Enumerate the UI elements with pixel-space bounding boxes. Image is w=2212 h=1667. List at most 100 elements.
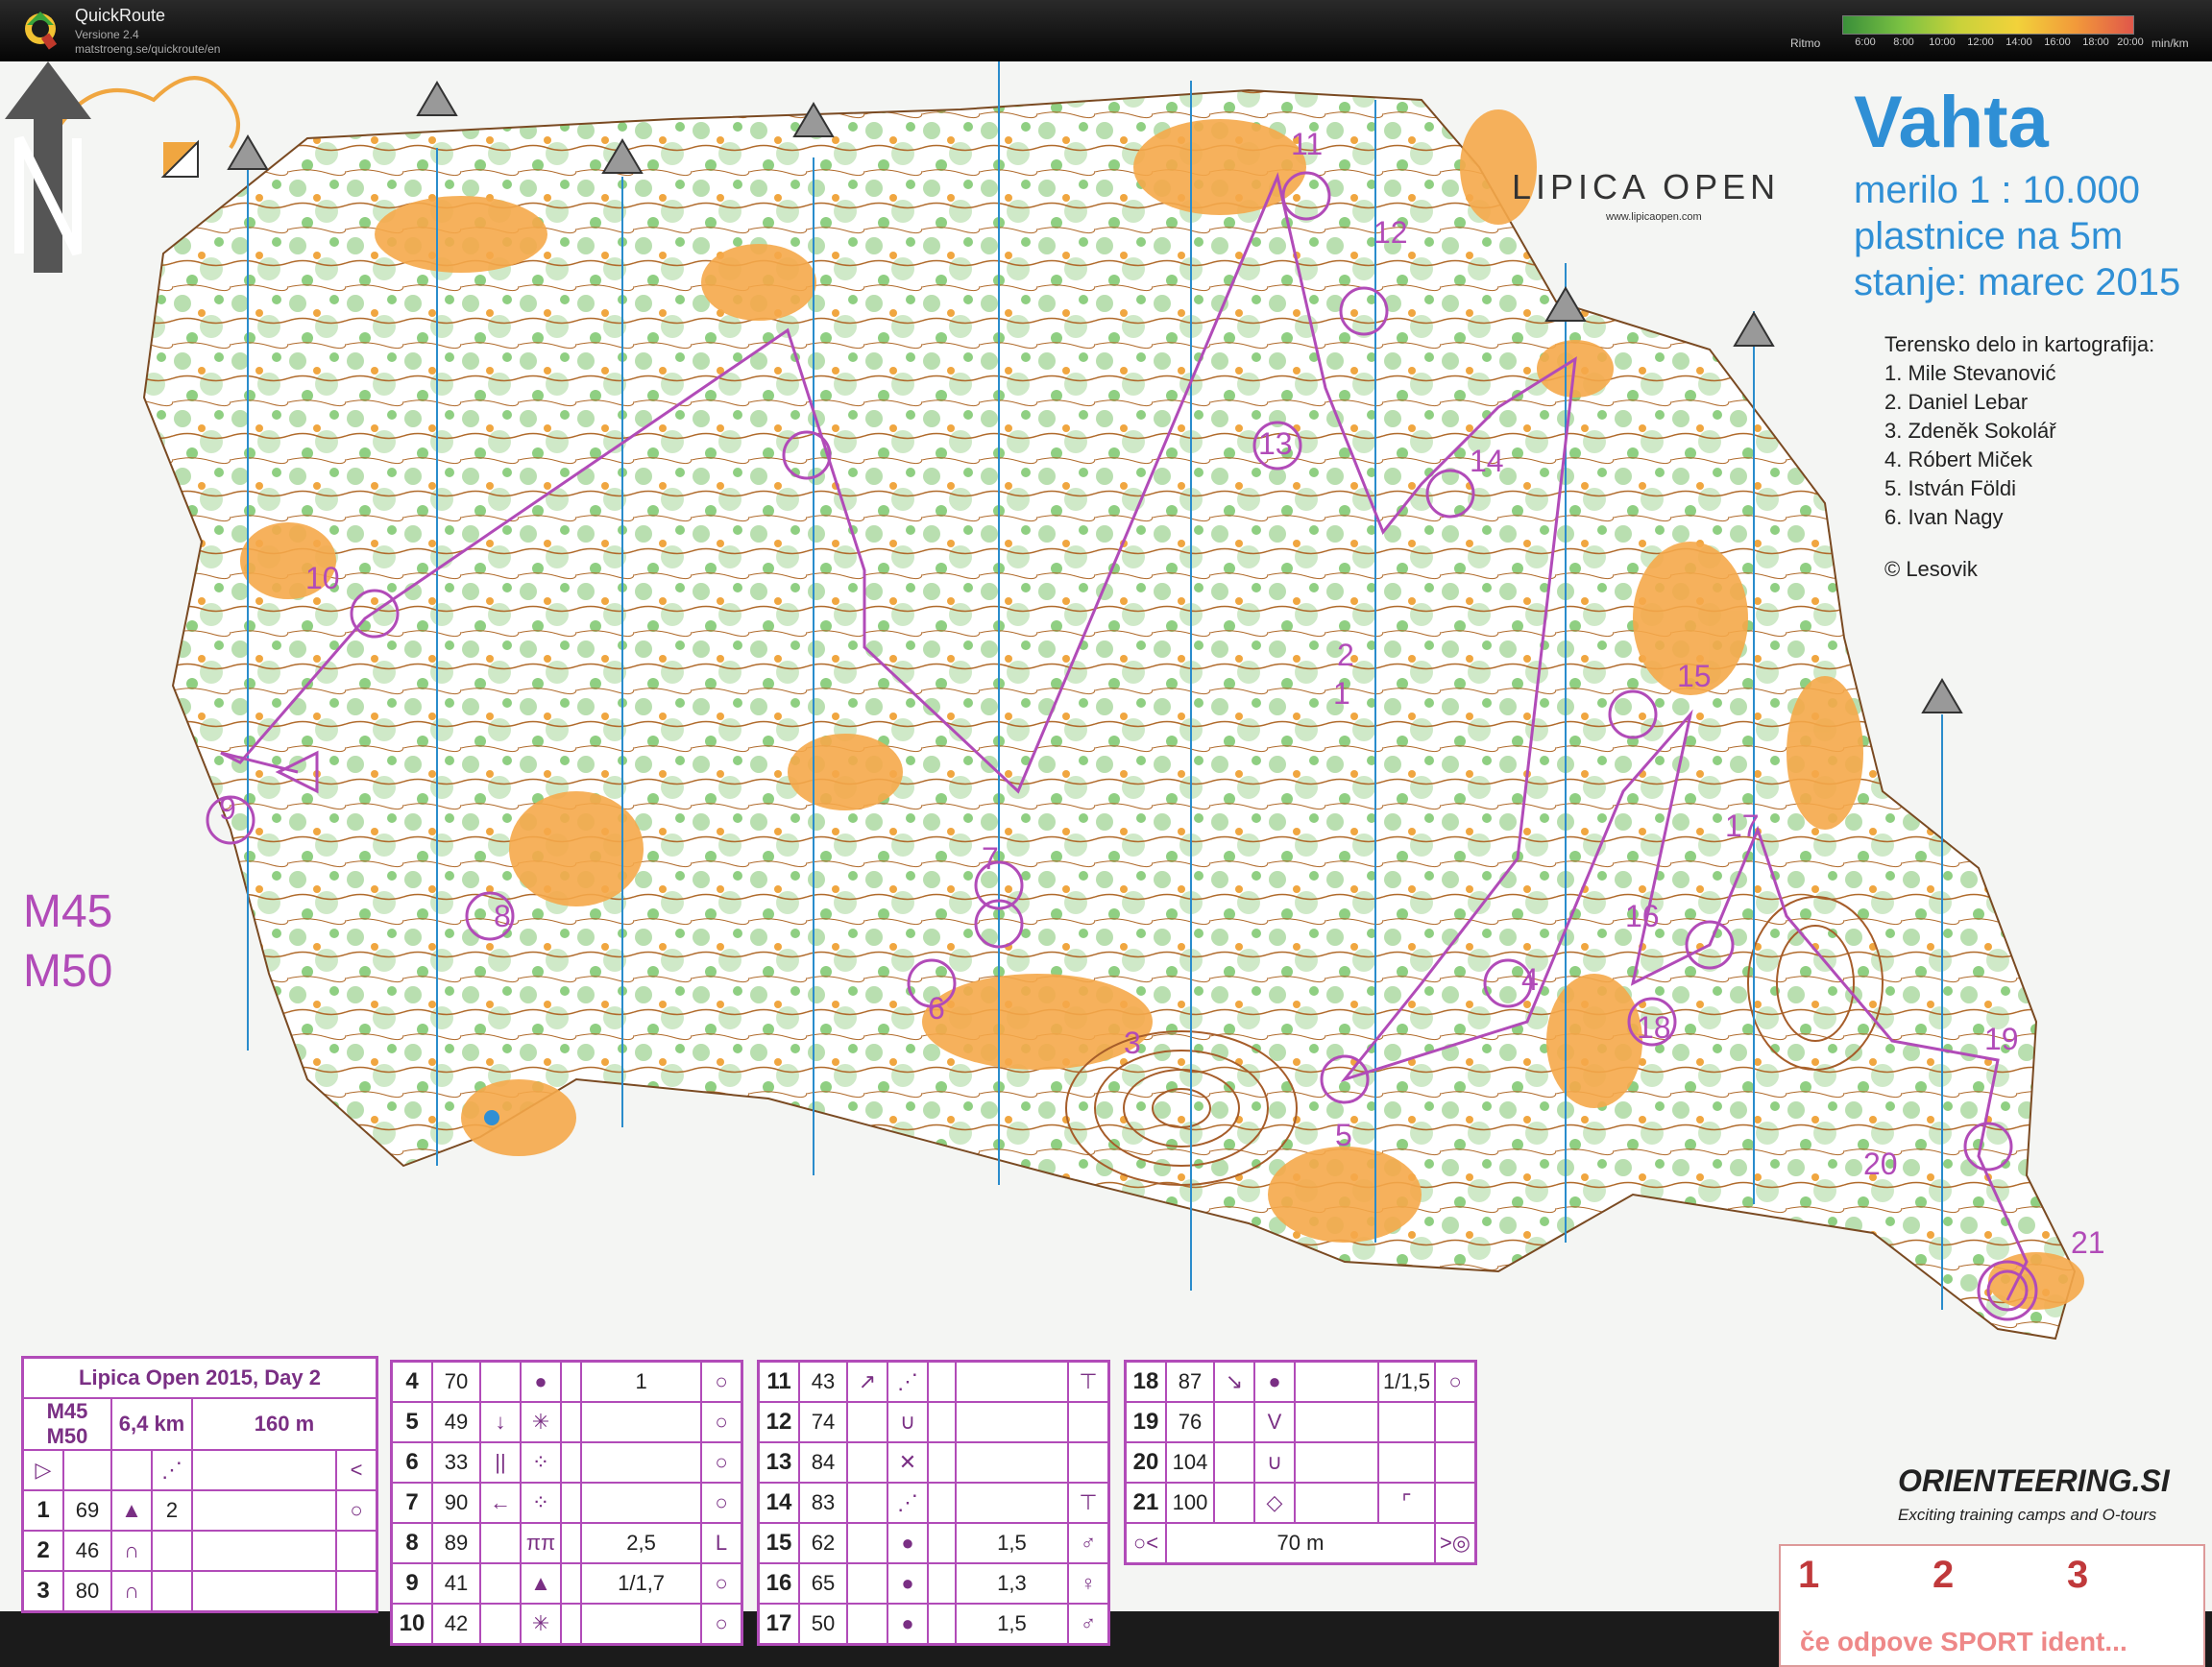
pace-tick: 20:00	[2117, 36, 2144, 48]
event-name: Lipica Open 2015, Day 2	[21, 1356, 378, 1399]
control-code: 104	[1165, 1441, 1215, 1484]
start-triangle-icon: ▷	[21, 1449, 64, 1491]
control-feature: ●	[1253, 1360, 1296, 1403]
control-number: 4	[1521, 962, 1539, 997]
control-number: 10	[305, 561, 340, 595]
control-number: 18	[1637, 1010, 1671, 1045]
direction-down-icon: ↓	[479, 1401, 522, 1443]
control-code: 50	[798, 1603, 848, 1646]
control-code: 90	[431, 1482, 481, 1524]
control-detail: 2	[151, 1489, 193, 1532]
control-number: 18	[1124, 1360, 1167, 1403]
control-number: 12	[757, 1401, 800, 1443]
control-number: 11	[757, 1360, 800, 1403]
control-code: 87	[1165, 1360, 1215, 1403]
control-description-table: 18 87 ↘ ● 1/1,5 ○ 19 76 V 20 104 ∪ 21 10…	[1124, 1360, 1477, 1565]
pace-tick: 18:00	[2082, 36, 2109, 48]
pace-legend-label: Ritmo	[1790, 36, 1821, 50]
control-description-table: Lipica Open 2015, Day 2 M45 M50 6,4 km 16…	[21, 1356, 378, 1613]
app-url[interactable]: matstroeng.se/quickroute/en	[75, 42, 220, 56]
between-icon: ||	[479, 1441, 522, 1484]
control-feature: ✳	[520, 1603, 562, 1646]
orienteering-si-tagline: Exciting training camps and O-tours	[1898, 1506, 2157, 1524]
credit-line: 4. Róbert Miček	[1884, 447, 2033, 471]
corner-icon: ⌜	[1377, 1482, 1436, 1524]
control-location: ○	[700, 1401, 743, 1443]
credit-line: 5. István Földi	[1884, 476, 2016, 500]
control-location: ⊤	[1067, 1482, 1110, 1524]
direction-ne-icon: ↗	[846, 1360, 888, 1403]
control-location: ○	[700, 1562, 743, 1605]
control-number: 6	[390, 1441, 433, 1484]
pace-unit: min/km	[2151, 36, 2189, 50]
control-number: 19	[1984, 1022, 2019, 1056]
pace-tick: 14:00	[2005, 36, 2032, 48]
control-number: 10	[390, 1603, 433, 1646]
credit-line: 2. Daniel Lebar	[1884, 390, 2029, 414]
control-number: 14	[757, 1482, 800, 1524]
control-feature: ∩	[110, 1570, 153, 1613]
control-number: 8	[390, 1522, 433, 1564]
control-feature: ●	[887, 1522, 929, 1564]
control-number: 4	[390, 1360, 433, 1403]
control-code: 42	[431, 1603, 481, 1646]
control-code: 41	[431, 1562, 481, 1605]
control-number: 5	[390, 1401, 433, 1443]
control-code: 74	[798, 1401, 848, 1443]
control-location: ○	[335, 1489, 378, 1532]
control-number: 1	[1333, 676, 1350, 711]
course-length: 6,4 km	[110, 1397, 193, 1451]
control-code: 65	[798, 1562, 848, 1605]
control-detail: 1/1,7	[580, 1562, 702, 1605]
control-feature: ●	[887, 1562, 929, 1605]
control-number: 5	[1335, 1118, 1352, 1152]
control-number: 21	[1124, 1482, 1167, 1524]
pace-tick: 6:00	[1855, 36, 1876, 48]
control-detail: 2,5	[580, 1522, 702, 1564]
control-feature: ⋰	[887, 1482, 929, 1524]
sportident-cell: 1	[1798, 1554, 1820, 1596]
control-location: ♂	[1067, 1522, 1110, 1564]
control-location: ♀	[1067, 1562, 1110, 1605]
control-number: 13	[1258, 426, 1293, 461]
orienteering-si-logo: ORIENTEERING.SI	[1898, 1463, 2170, 1498]
finish-distance: 70 m	[1165, 1522, 1436, 1565]
credits-title: Terensko delo in kartografija:	[1884, 332, 2155, 356]
course-class: M50	[46, 1424, 88, 1448]
control-code: 46	[62, 1530, 112, 1572]
control-code: 83	[798, 1482, 848, 1524]
control-detail: 1,5	[954, 1603, 1070, 1646]
control-feature: ∩	[110, 1530, 153, 1572]
pace-tick: 16:00	[2044, 36, 2071, 48]
lipica-open-url: www.lipicaopen.com	[1606, 211, 1702, 223]
sportident-note: če odpove SPORT ident...	[1800, 1627, 2127, 1656]
credit-line: 6. Ivan Nagy	[1884, 505, 2004, 529]
control-number: 15	[1677, 659, 1712, 693]
control-feature: ▲	[520, 1562, 562, 1605]
credit-line: 3. Zdeněk Sokolář	[1884, 419, 2056, 443]
control-code: 49	[431, 1401, 481, 1443]
control-number: 9	[219, 791, 236, 826]
control-code: 76	[1165, 1401, 1215, 1443]
control-location: L	[700, 1522, 743, 1564]
control-number: 1	[21, 1489, 64, 1532]
control-code: 80	[62, 1570, 112, 1613]
control-code: 70	[431, 1360, 481, 1403]
direction-left-icon: ←	[479, 1482, 522, 1524]
control-number: 8	[494, 899, 511, 933]
control-number: 17	[757, 1603, 800, 1646]
control-number: 20	[1124, 1441, 1167, 1484]
control-number: 15	[757, 1522, 800, 1564]
orienteering-map[interactable]: 1 2 3 4 5 6 7 8 9 10 11 12 13 14 15 16 1…	[0, 61, 2212, 1667]
control-description-table: 4 70 ● 1 ○ 5 49 ↓ ✳ ○ 6 33 || ⁘ ○ 7 90 ←…	[390, 1360, 743, 1646]
control-number: 12	[1373, 215, 1408, 250]
direction-se-icon: ↘	[1213, 1360, 1255, 1403]
map-scale: merilo 1 : 10.000	[1854, 169, 2140, 211]
finish-icon: >◎	[1433, 1522, 1477, 1565]
control-location: ⊤	[1067, 1360, 1110, 1403]
control-number: 7	[982, 841, 999, 876]
control-code: 43	[798, 1360, 848, 1403]
control-code: 100	[1165, 1482, 1215, 1524]
funnel-start-icon: ○<	[1124, 1522, 1167, 1565]
path-crossing-icon: ⋰	[151, 1449, 193, 1491]
